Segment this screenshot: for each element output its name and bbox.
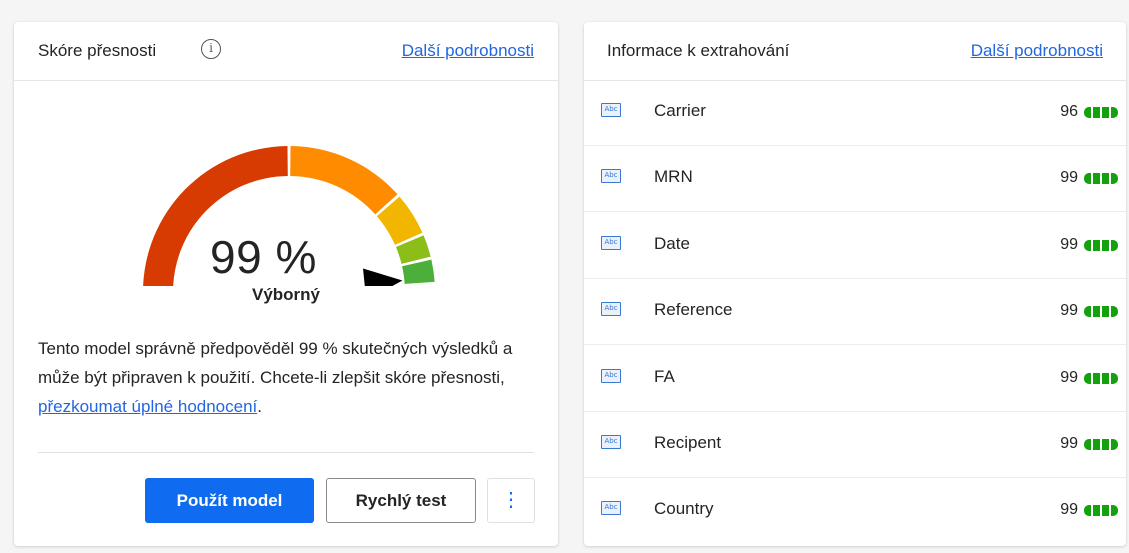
field-name: FA [654,366,675,386]
field-row[interactable]: Abc FA 99 [584,346,1126,412]
full-evaluation-link[interactable]: přezkoumat úplné hodnocení [38,397,257,416]
field-confidence-score: 96 [1060,103,1078,120]
text-field-icon: Abc [601,302,621,317]
confidence-bar-icon [1084,173,1118,185]
extraction-title: Informace k extrahování [607,41,790,60]
field-row[interactable]: Abc Recipent 99 [584,412,1126,478]
text-field-icon: Abc [601,501,621,516]
text-field-icon: Abc [601,235,621,250]
text-field-icon: Abc [601,368,621,383]
extraction-card: Informace k extrahování Další podrobnost… [584,22,1126,546]
field-name: Reference [654,300,733,320]
info-icon[interactable]: i [201,39,221,59]
more-options-button[interactable]: ⋮ [487,478,535,523]
accuracy-card: Skóre přesnosti i Další podrobnosti 99 %… [14,22,558,546]
accuracy-description: Tento model správně předpověděl 99 % sku… [38,334,528,421]
text-field-icon: Abc [601,435,621,449]
gauge-segment [402,259,435,284]
field-confidence-score: 99 [1060,302,1078,320]
field-confidence-score: 99 [1060,169,1078,187]
confidence-bar-icon [1084,439,1118,450]
use-model-button[interactable]: Použít model [145,478,314,523]
field-confidence-score: 99 [1060,501,1078,519]
field-row[interactable]: Abc Reference 99 [584,279,1126,346]
accuracy-title: Skóre přesnosti [38,41,157,60]
gauge-segment [290,146,398,215]
field-row[interactable]: Abc Date 99 [584,213,1126,279]
field-name: Country [654,499,714,519]
field-name: Carrier [654,101,706,120]
confidence-bar-icon [1084,306,1118,318]
quick-test-button[interactable]: Rychlý test [326,478,476,523]
confidence-bar-icon [1084,372,1118,384]
field-confidence-score: 99 [1060,235,1078,253]
accuracy-card-header: Skóre přesnosti i Další podrobnosti [14,22,558,81]
gauge-pointer-icon [363,268,403,286]
text-field-icon: Abc [601,103,621,117]
confidence-bar-icon [1084,107,1118,118]
field-row[interactable]: Abc MRN 99 [584,146,1126,213]
accuracy-more-details-link[interactable]: Další podrobnosti [402,41,534,61]
divider [38,452,534,453]
field-row[interactable]: Abc Carrier 96 [584,80,1126,146]
field-confidence-score: 99 [1060,435,1078,452]
confidence-bar-icon [1084,239,1118,251]
accuracy-description-end: . [257,397,262,416]
extraction-more-details-link[interactable]: Další podrobnosti [971,41,1103,61]
accuracy-score-value: 99 % [210,231,317,283]
text-field-icon: Abc [601,169,621,184]
accuracy-rating: Výborný [251,285,321,304]
field-confidence-score: 99 [1060,368,1078,386]
field-row[interactable]: Abc Country 99 [584,478,1126,544]
extraction-card-header: Informace k extrahování Další podrobnost… [584,22,1126,81]
field-name: MRN [654,167,693,187]
confidence-bar-icon [1084,505,1118,517]
field-name: Date [654,233,690,253]
field-name: Recipent [654,433,722,452]
accuracy-description-text: Tento model správně předpověděl 99 % sku… [38,339,513,387]
